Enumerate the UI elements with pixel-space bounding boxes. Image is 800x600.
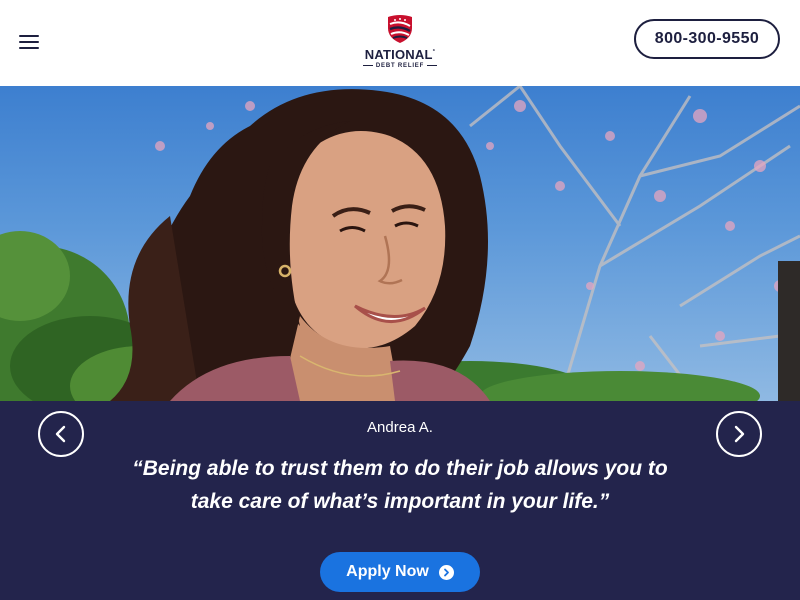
hamburger-menu-icon[interactable] [19,34,39,50]
chevron-right-circle-icon [438,564,454,580]
reviewer-name: Andrea A. [367,419,433,436]
flag-shield-icon [388,15,412,43]
hero-image [0,86,800,401]
testimonial-quote: “Being able to trust them to do their jo… [132,457,668,513]
site-header: NATIONAL° DEBT RELIEF 800-300-9550 [0,0,800,86]
phone-call-button[interactable]: 800-300-9550 [634,19,780,59]
testimonial-section: Andrea A. “Being able to trust them to d… [0,401,800,600]
apply-now-button[interactable]: Apply Now [320,552,480,592]
apply-now-label: Apply Now [346,563,429,580]
chevron-right-icon [734,425,745,443]
logo-wordmark: NATIONAL° [364,47,436,62]
next-testimonial-button[interactable] [716,411,762,457]
logo-tagline: DEBT RELIEF [358,63,442,69]
national-debt-relief-logo[interactable]: NATIONAL° DEBT RELIEF [358,12,442,74]
